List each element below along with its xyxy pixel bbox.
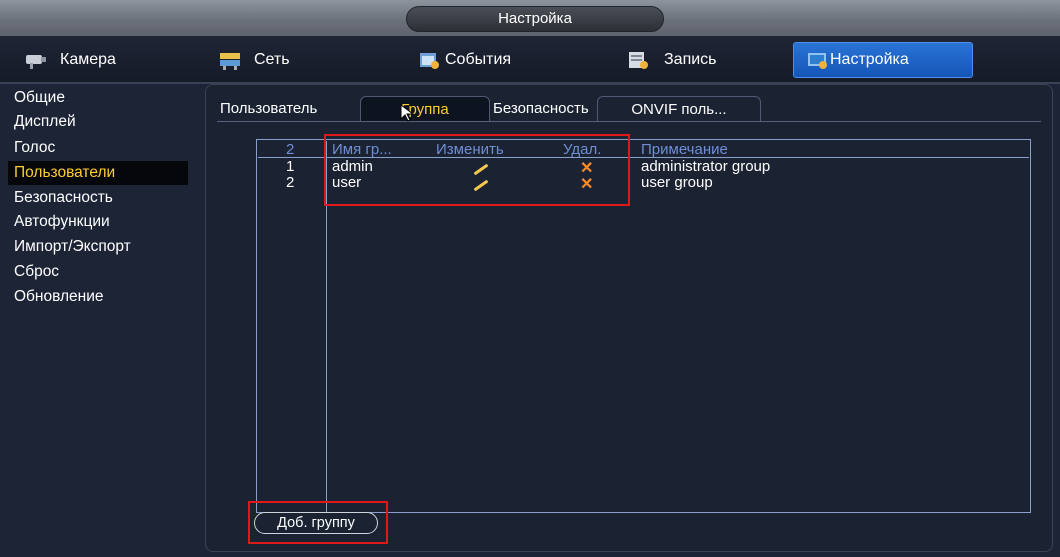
sidebar: Общие Дисплей Голос Пользователи Безопас… <box>8 86 198 556</box>
network-icon <box>218 49 242 71</box>
tab-user[interactable]: Пользователь <box>220 96 357 122</box>
tab-group[interactable]: Группа <box>360 96 490 122</box>
sidebar-item-reset[interactable]: Сброс <box>8 260 188 284</box>
settings-icon <box>806 49 830 71</box>
table-count: 2 <box>286 141 295 158</box>
tab-record[interactable]: Запись <box>600 42 780 78</box>
row-2-index: 2 <box>286 174 295 191</box>
subtab-divider <box>217 121 1041 122</box>
tab-settings-label: Настройка <box>830 51 909 68</box>
camera-icon <box>24 49 48 71</box>
title-bar: Настройка <box>0 0 1060 36</box>
main-tab-bar: Камера Сеть События Запись Настройка <box>0 36 1060 84</box>
highlight-box-table <box>324 134 630 206</box>
sidebar-item-voice[interactable]: Голос <box>8 136 188 160</box>
tab-onvif-users[interactable]: ONVIF поль... <box>597 96 761 122</box>
row-2-note: user group <box>641 174 713 191</box>
tab-security[interactable]: Безопасность <box>493 96 597 122</box>
events-icon <box>417 49 441 71</box>
sidebar-item-users[interactable]: Пользователи <box>8 161 188 185</box>
tab-settings[interactable]: Настройка <box>793 42 973 78</box>
sidebar-item-import-export[interactable]: Импорт/Экспорт <box>8 235 188 259</box>
row-1-note: administrator group <box>641 158 771 175</box>
tab-events-label: События <box>445 51 512 68</box>
tab-camera-label: Камера <box>60 51 116 68</box>
tab-record-label: Запись <box>664 51 717 68</box>
tab-events[interactable]: События <box>403 42 583 78</box>
app-window: Настройка Камера Сеть События Запись Нас… <box>0 0 1060 557</box>
highlight-box-add-button <box>248 501 388 544</box>
sidebar-item-update[interactable]: Обновление <box>8 285 188 309</box>
record-icon <box>626 49 650 71</box>
tab-network[interactable]: Сеть <box>206 42 386 78</box>
tab-camera[interactable]: Камера <box>14 42 189 78</box>
row-1-index: 1 <box>286 158 295 175</box>
sidebar-item-display[interactable]: Дисплей <box>8 110 188 134</box>
tab-network-label: Сеть <box>254 51 290 68</box>
sidebar-item-autofunctions[interactable]: Автофункции <box>8 210 188 234</box>
mouse-cursor-icon <box>400 104 415 122</box>
sidebar-item-general[interactable]: Общие <box>8 86 188 110</box>
window-title: Настройка <box>406 6 664 32</box>
column-header-note[interactable]: Примечание <box>641 141 728 158</box>
sidebar-item-security[interactable]: Безопасность <box>8 186 188 210</box>
